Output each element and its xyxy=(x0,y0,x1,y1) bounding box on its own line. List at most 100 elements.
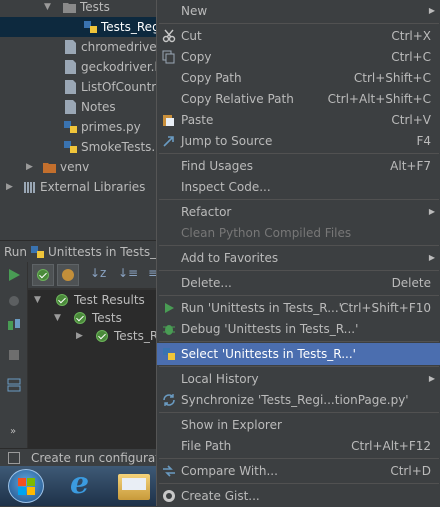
menu-item-shortcut: F4 xyxy=(416,134,431,148)
menu-item-shortcut: Ctrl+Shift+F10 xyxy=(340,301,431,315)
menu-item-label: File Path xyxy=(181,439,232,453)
menu-item-delete[interactable]: Delete... Delete xyxy=(157,272,440,294)
show-passed-button[interactable] xyxy=(32,264,54,286)
menu-item-inspect-code[interactable]: Inspect Code... xyxy=(157,176,440,198)
expand-arrow-icon[interactable]: ▼ xyxy=(34,291,41,309)
tree-item-label: Tests_Regi xyxy=(101,20,156,34)
status-toggle-icon[interactable] xyxy=(8,452,20,464)
compare-icon xyxy=(163,465,175,477)
submenu-arrow-icon: ▶ xyxy=(428,6,435,15)
menu-item-label: Show in Explorer xyxy=(181,418,282,432)
test-results-root[interactable]: ▼ Test Results xyxy=(28,291,156,309)
check-icon xyxy=(37,269,49,281)
menu-item-label: Debug 'Unittests in Tests_R...' xyxy=(181,322,359,336)
show-ignored-button[interactable] xyxy=(57,264,79,286)
toggle-auto-test-icon[interactable] xyxy=(7,318,21,332)
expand-arrow-icon[interactable]: ▼ xyxy=(44,0,51,17)
menu-item-shortcut: Ctrl+Alt+Shift+C xyxy=(327,92,431,106)
menu-item-label: Create Gist... xyxy=(181,489,260,503)
menu-item-add-to-favorites[interactable]: Add to Favorites ▶ xyxy=(157,247,440,269)
tree-item-file[interactable]: primes.py xyxy=(0,117,156,137)
debug-icon xyxy=(163,325,175,335)
windows-start-icon[interactable] xyxy=(8,469,44,503)
test-results-node[interactable]: ▼ Tests xyxy=(28,309,156,327)
result-label: Tests xyxy=(92,311,122,325)
menu-item-file-path[interactable]: File Path Ctrl+Alt+F12 xyxy=(157,435,440,457)
tree-item-external-libraries[interactable]: ▶ External Libraries xyxy=(0,177,156,197)
menu-separator xyxy=(159,483,439,484)
tree-item-label: geckodriver.lo xyxy=(81,60,156,74)
tree-item-label: Notes xyxy=(81,100,116,114)
passed-icon xyxy=(74,312,86,324)
file-explorer-icon[interactable] xyxy=(118,474,150,500)
menu-item-run[interactable]: Run 'Unittests in Tests_R...' Ctrl+Shift… xyxy=(157,297,440,319)
tree-item-file[interactable]: chromedriver. xyxy=(0,37,156,57)
menu-separator xyxy=(159,341,439,342)
menu-item-copy[interactable]: Copy Ctrl+C xyxy=(157,46,440,68)
test-results-node[interactable]: ▶ Tests_R xyxy=(28,327,156,345)
paste-icon xyxy=(163,115,174,126)
menu-item-refactor[interactable]: Refactor ▶ xyxy=(157,201,440,223)
internet-explorer-icon[interactable]: e xyxy=(66,466,98,502)
menu-item-label: Refactor xyxy=(181,205,232,219)
passed-icon xyxy=(56,294,68,306)
menu-separator xyxy=(159,366,439,367)
menu-item-shortcut: Alt+F7 xyxy=(390,159,431,173)
menu-separator xyxy=(159,270,439,271)
tree-item-tests-file[interactable]: Tests_Regi xyxy=(0,17,156,37)
tree-item-label: chromedriver. xyxy=(81,40,156,54)
menu-item-new[interactable]: New ▶ xyxy=(157,0,440,22)
menu-item-create-gist[interactable]: Create Gist... xyxy=(157,485,440,507)
tree-item-file[interactable]: geckodriver.lo xyxy=(0,57,156,77)
rerun-failed-icon[interactable] xyxy=(7,294,21,308)
collapse-arrow-icon[interactable]: ▶ xyxy=(26,157,33,177)
menu-item-label: Copy xyxy=(181,50,212,64)
run-panel-header: Run Unittests in Tests_Re xyxy=(0,240,156,262)
menu-item-show-in-explorer[interactable]: Show in Explorer xyxy=(157,414,440,436)
python-icon xyxy=(31,246,44,258)
stop-icon[interactable] xyxy=(7,348,21,362)
menu-item-select-config[interactable]: Select 'Unittests in Tests_R...' xyxy=(157,343,440,365)
sync-icon xyxy=(163,394,175,406)
menu-item-local-history[interactable]: Local History ▶ xyxy=(157,368,440,390)
scissors-icon xyxy=(162,29,176,43)
tree-item-tests-folder[interactable]: ▼ Tests xyxy=(0,0,156,17)
tree-item-file[interactable]: ListOfCountrie xyxy=(0,77,156,97)
tree-item-file[interactable]: Notes xyxy=(0,97,156,117)
menu-item-paste[interactable]: Paste Ctrl+V xyxy=(157,109,440,131)
menu-item-copy-path[interactable]: Copy Path Ctrl+Shift+C xyxy=(157,67,440,89)
sort-duration-icon[interactable]: ↓≡ xyxy=(118,266,138,280)
github-icon xyxy=(163,490,175,502)
project-tree: ▼ Tests Tests_Regi chromedriver. geckodr… xyxy=(0,0,156,198)
menu-separator xyxy=(159,245,439,246)
tree-item-file[interactable]: SmokeTests.p xyxy=(0,137,156,157)
menu-item-copy-relative-path[interactable]: Copy Relative Path Ctrl+Alt+Shift+C xyxy=(157,88,440,110)
more-actions-icon[interactable]: » xyxy=(10,426,16,437)
tree-item-venv[interactable]: ▶ venv xyxy=(0,157,156,177)
menu-item-synchronize[interactable]: Synchronize 'Tests_Regi...tionPage.py' xyxy=(157,389,440,411)
menu-item-cut[interactable]: Cut Ctrl+X xyxy=(157,25,440,47)
result-label: Test Results xyxy=(74,293,145,307)
file-icon xyxy=(65,100,76,114)
python-file-icon xyxy=(84,21,97,33)
menu-item-compare-with[interactable]: Compare With... Ctrl+D xyxy=(157,460,440,482)
folder-icon xyxy=(63,3,76,13)
collapse-arrow-icon[interactable]: ▶ xyxy=(76,327,83,345)
menu-item-label: Synchronize 'Tests_Regi...tionPage.py' xyxy=(181,393,409,407)
rerun-icon[interactable] xyxy=(7,268,21,282)
submenu-arrow-icon: ▶ xyxy=(428,374,435,383)
menu-item-find-usages[interactable]: Find Usages Alt+F7 xyxy=(157,155,440,177)
menu-item-label: Find Usages xyxy=(181,159,254,173)
collapse-arrow-icon[interactable]: ▶ xyxy=(6,177,13,197)
menu-item-label: Jump to Source xyxy=(181,134,273,148)
folder-icon xyxy=(43,163,56,173)
menu-item-debug[interactable]: Debug 'Unittests in Tests_R...' xyxy=(157,318,440,340)
menu-item-shortcut: Ctrl+X xyxy=(391,29,431,43)
layout-icon[interactable] xyxy=(7,378,21,392)
menu-separator xyxy=(159,295,439,296)
expand-arrow-icon[interactable]: ▼ xyxy=(54,309,61,327)
menu-item-label: Compare With... xyxy=(181,464,278,478)
sort-alpha-icon[interactable]: ↓z xyxy=(90,266,106,280)
menu-item-jump-to-source[interactable]: Jump to Source F4 xyxy=(157,130,440,152)
run-config-name[interactable]: Unittests in Tests_Re xyxy=(48,241,156,262)
